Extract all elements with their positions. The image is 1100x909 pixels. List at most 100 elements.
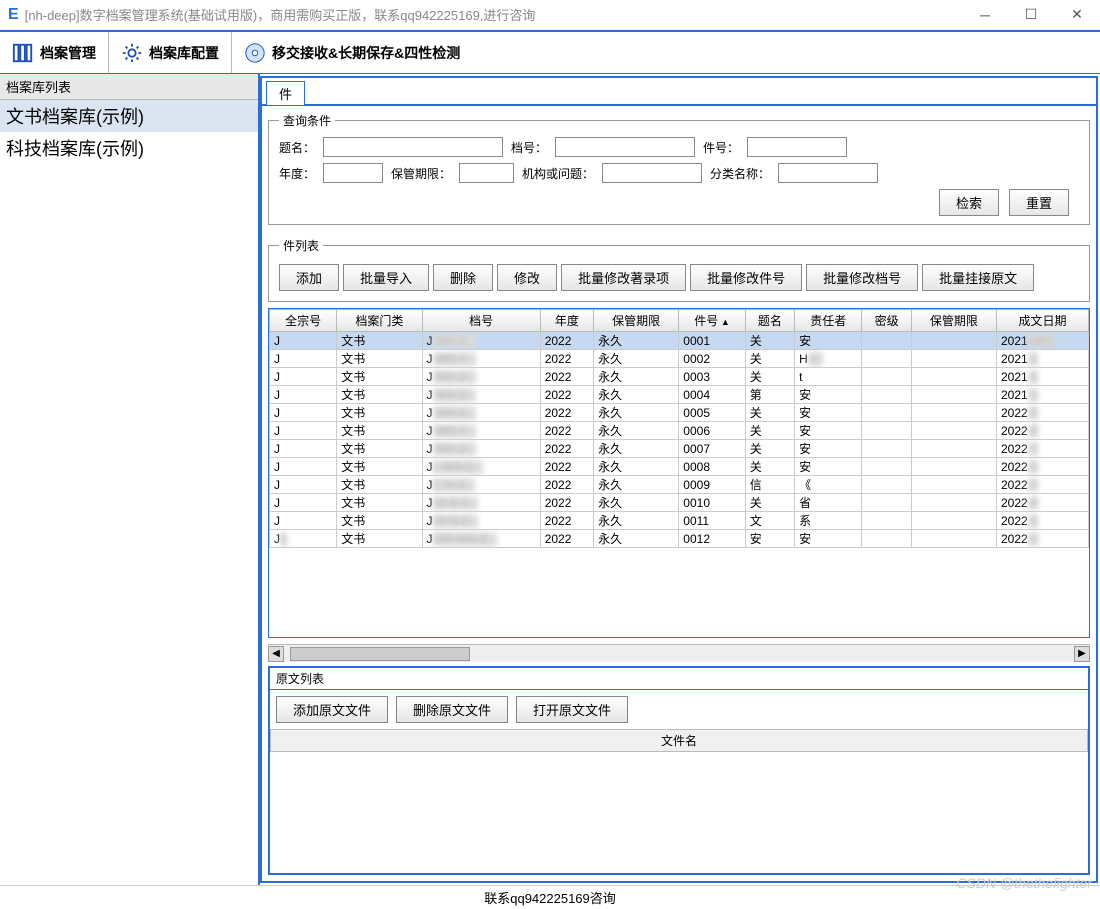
- table-cell: 永久: [594, 476, 679, 494]
- table-cell: 永久: [594, 404, 679, 422]
- input-category[interactable]: [778, 163, 878, 183]
- table-cell: 2022 0: [996, 494, 1088, 512]
- column-header[interactable]: 件号 ▲: [679, 310, 745, 332]
- edit-button[interactable]: 修改: [497, 264, 557, 291]
- table-row[interactable]: J文书J WS-2...2022永久0003关t2021 1: [270, 368, 1089, 386]
- input-retention[interactable]: [459, 163, 514, 183]
- close-button[interactable]: ✕: [1054, 0, 1100, 30]
- table-row[interactable]: J文书J WS-2...2022永久0004第安2021 1: [270, 386, 1089, 404]
- table-cell: 2022: [540, 386, 593, 404]
- table-cell: 关: [745, 350, 794, 368]
- toolbar-transfer-archive[interactable]: 移交接收&长期保存&四性检测: [232, 32, 472, 73]
- table-row[interactable]: J文书J19 S-2...2022永久0011文系2022 2: [270, 512, 1089, 530]
- label-itemno: 件号：: [703, 139, 739, 156]
- column-header[interactable]: 档号: [422, 310, 540, 332]
- table-cell: 0003: [679, 368, 745, 386]
- table-cell: 信: [745, 476, 794, 494]
- table-cell: 永久: [594, 512, 679, 530]
- table-cell: [862, 332, 911, 350]
- table-cell: J WS-2...: [422, 440, 540, 458]
- toolbar-repo-config[interactable]: 档案库配置: [109, 32, 232, 73]
- input-docno[interactable]: [555, 137, 695, 157]
- scroll-thumb[interactable]: [290, 647, 470, 661]
- originals-table[interactable]: 文件名: [270, 729, 1088, 752]
- table-cell: 安: [795, 332, 862, 350]
- batch-author-button[interactable]: 批量修改著录项: [561, 264, 686, 291]
- table-row[interactable]: J文书J WS-2...2022永久0001关安20211001: [270, 332, 1089, 350]
- tab-item[interactable]: 件: [266, 81, 305, 105]
- table-cell: [862, 512, 911, 530]
- data-table-container[interactable]: 全宗号档案门类档号年度保管期限件号 ▲题名责任者密级保管期限成文日期 J文书J …: [268, 308, 1090, 638]
- table-cell: 0012: [679, 530, 745, 548]
- sidebar-item[interactable]: 科技档案库(示例): [0, 132, 258, 164]
- batch-doc-button[interactable]: 批量修改档号: [806, 264, 918, 291]
- column-header[interactable]: 全宗号: [270, 310, 337, 332]
- table-row[interactable]: J文书J1 WS-2...2022永久0008关安2022 0: [270, 458, 1089, 476]
- window-title: [nh-deep]数字档案管理系统(基础试用版)，商用需购买正版，联系qq942…: [25, 5, 962, 24]
- label-category: 分类名称：: [710, 165, 770, 182]
- archive-icon: [12, 42, 34, 64]
- data-table[interactable]: 全宗号档案门类档号年度保管期限件号 ▲题名责任者密级保管期限成文日期 J文书J …: [269, 309, 1089, 548]
- table-cell: [911, 386, 996, 404]
- open-original-button[interactable]: 打开原文文件: [516, 696, 628, 723]
- column-header[interactable]: 密级: [862, 310, 911, 332]
- table-cell: 0006: [679, 422, 745, 440]
- disc-icon: [244, 42, 266, 64]
- column-header[interactable]: 责任者: [795, 310, 862, 332]
- table-row[interactable]: J文书J WS-2...2022永久0007关安2022 7: [270, 440, 1089, 458]
- table-cell: [862, 368, 911, 386]
- table-cell: H ( ): [795, 350, 862, 368]
- toolbar-archive-manage[interactable]: 档案管理: [0, 32, 109, 73]
- search-button[interactable]: 检索: [939, 189, 999, 216]
- delete-original-button[interactable]: 删除原文文件: [396, 696, 508, 723]
- table-cell: t: [795, 368, 862, 386]
- column-header[interactable]: 题名: [745, 310, 794, 332]
- table-cell: 2022: [540, 458, 593, 476]
- table-cell: 2022 3: [996, 530, 1088, 548]
- input-year[interactable]: [323, 163, 383, 183]
- table-cell: 文书: [337, 386, 422, 404]
- table-cell: J WS-2...: [422, 368, 540, 386]
- import-button[interactable]: 批量导入: [343, 264, 429, 291]
- scroll-right-icon[interactable]: ▶: [1074, 646, 1090, 662]
- table-row[interactable]: J文书J1 /S-2...2022永久0009信《 2022 0: [270, 476, 1089, 494]
- table-cell: J WS-2...: [422, 422, 540, 440]
- table-cell: J: [270, 440, 337, 458]
- table-cell: 2022 0: [996, 458, 1088, 476]
- column-header[interactable]: 档案门类: [337, 310, 422, 332]
- sort-asc-icon: ▲: [718, 317, 729, 327]
- table-row[interactable]: J文书J WS-2...2022永久0005关安2022 5: [270, 404, 1089, 422]
- column-header[interactable]: 成文日期: [996, 310, 1088, 332]
- sidebar-item[interactable]: 文书档案库(示例): [0, 100, 258, 132]
- maximize-button[interactable]: ☐: [1008, 0, 1054, 30]
- table-row[interactable]: J1文书J195-WS-2...2022永久0012安安2022 3: [270, 530, 1089, 548]
- batch-item-button[interactable]: 批量修改件号: [690, 264, 802, 291]
- table-cell: [911, 404, 996, 422]
- toolbar-label: 档案库配置: [149, 43, 219, 63]
- table-cell: 文书: [337, 458, 422, 476]
- table-row[interactable]: J文书J WS-2...2022永久0002关H ( )2021 1: [270, 350, 1089, 368]
- column-header[interactable]: 年度: [540, 310, 593, 332]
- input-itemno[interactable]: [747, 137, 847, 157]
- batch-attach-button[interactable]: 批量挂接原文: [922, 264, 1034, 291]
- input-title[interactable]: [323, 137, 503, 157]
- table-row[interactable]: J文书J19 S-2...2022永久0010关省2022 0: [270, 494, 1089, 512]
- table-cell: 文书: [337, 512, 422, 530]
- table-cell: 2021 1: [996, 386, 1088, 404]
- table-cell: [911, 512, 996, 530]
- horizontal-scrollbar[interactable]: ◀ ▶: [268, 644, 1090, 662]
- delete-button[interactable]: 删除: [433, 264, 493, 291]
- column-header[interactable]: 保管期限: [594, 310, 679, 332]
- input-org[interactable]: [602, 163, 702, 183]
- column-header[interactable]: 保管期限: [911, 310, 996, 332]
- minimize-button[interactable]: ─: [962, 0, 1008, 30]
- add-original-button[interactable]: 添加原文文件: [276, 696, 388, 723]
- filename-column[interactable]: 文件名: [271, 730, 1088, 752]
- add-button[interactable]: 添加: [279, 264, 339, 291]
- reset-button[interactable]: 重置: [1009, 189, 1069, 216]
- sidebar: 档案库列表 文书档案库(示例)科技档案库(示例): [0, 74, 260, 885]
- table-row[interactable]: J文书J WS-2...2022永久0006关安2022 5: [270, 422, 1089, 440]
- scroll-left-icon[interactable]: ◀: [268, 646, 284, 662]
- table-cell: J: [270, 350, 337, 368]
- table-cell: 2022 5: [996, 404, 1088, 422]
